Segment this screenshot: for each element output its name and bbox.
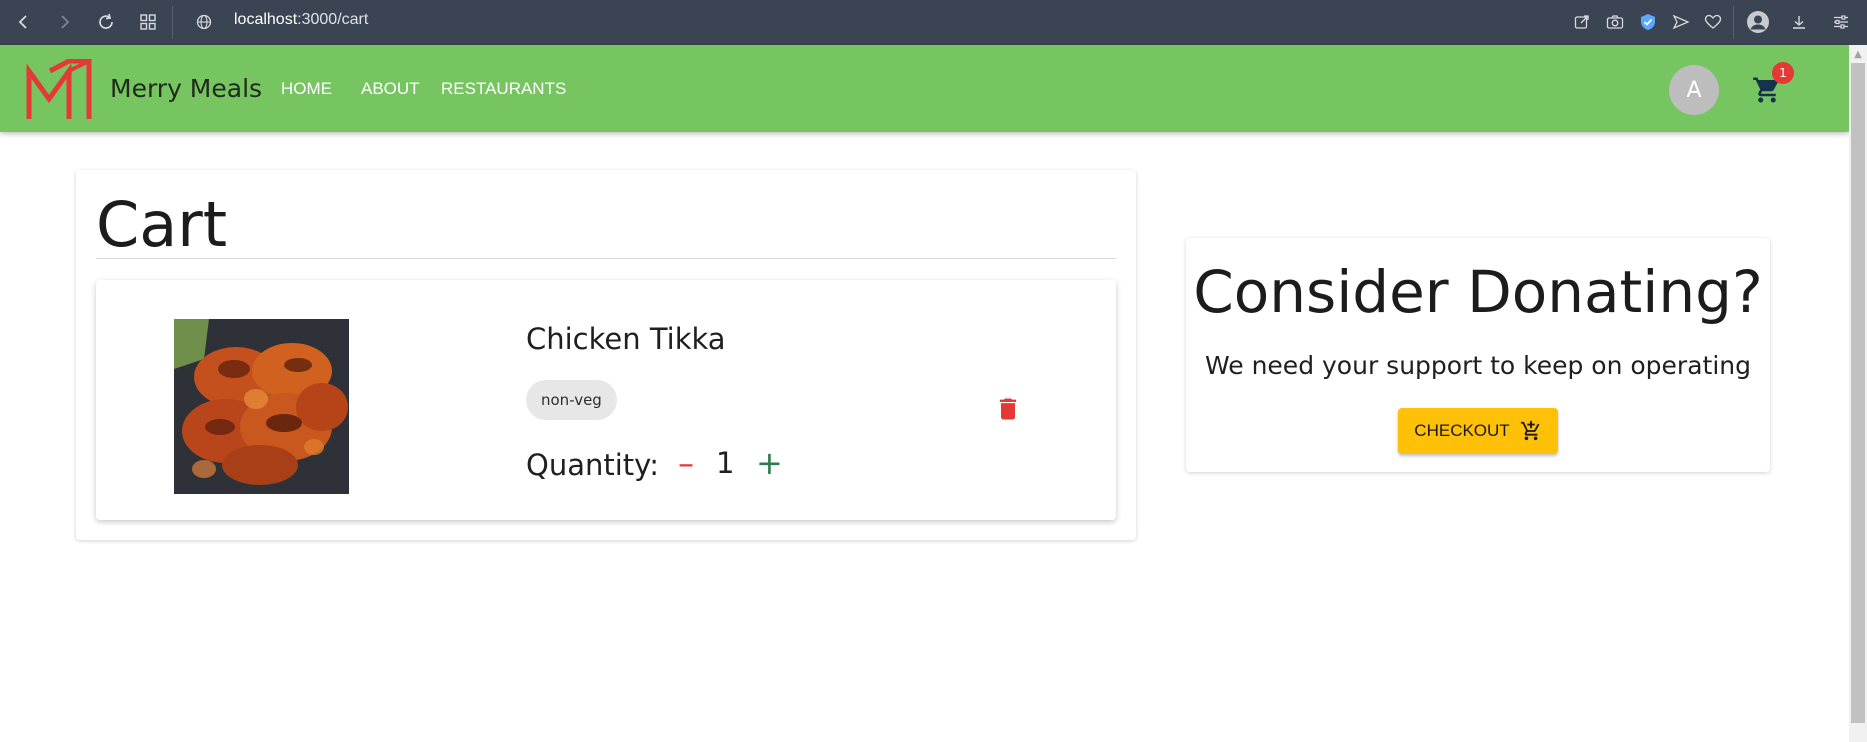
site-info-icon[interactable]	[192, 10, 216, 34]
brand-name[interactable]: Merry Meals	[110, 74, 262, 103]
scroll-up-arrow-icon[interactable]: ▲	[1849, 47, 1867, 61]
url-host: localhost	[234, 11, 298, 28]
camera-icon[interactable]	[1603, 10, 1627, 34]
toolbar-divider	[1733, 6, 1734, 39]
donate-panel: Consider Donating? We need your support …	[1186, 238, 1770, 472]
page-scrollbar[interactable]: ▲	[1849, 45, 1867, 742]
checkout-button-label: CHECKOUT	[1414, 421, 1510, 440]
nav-link-home[interactable]: HOME	[281, 79, 332, 99]
tabs-grid-icon[interactable]	[136, 10, 160, 34]
app-navbar: Merry Meals HOME ABOUT RESTAURANTS A 1	[0, 45, 1849, 132]
toolbar-divider	[172, 6, 173, 39]
increase-quantity-button[interactable]: +	[756, 444, 783, 482]
cart-panel: Cart Chicken Tikka non-veg Quantity: – 1…	[76, 170, 1136, 540]
heart-icon[interactable]	[1701, 10, 1725, 34]
donate-title: Consider Donating?	[1193, 258, 1763, 326]
item-name: Chicken Tikka	[526, 322, 726, 356]
avatar[interactable]: A	[1669, 65, 1719, 115]
browser-toolbar: localhost:3000/cart	[0, 0, 1867, 45]
address-bar[interactable]: localhost:3000/cart	[234, 11, 368, 29]
send-icon[interactable]	[1669, 10, 1693, 34]
cart-item-card: Chicken Tikka non-veg Quantity: – 1 +	[96, 280, 1116, 520]
donate-subtitle: We need your support to keep on operatin…	[1205, 351, 1751, 380]
share-icon[interactable]	[1570, 10, 1594, 34]
quantity-label: Quantity:	[526, 448, 659, 482]
settings-sliders-icon[interactable]	[1829, 10, 1853, 34]
delete-trash-icon[interactable]	[994, 394, 1022, 424]
nav-link-about[interactable]: ABOUT	[361, 79, 420, 99]
quantity-value: 1	[716, 446, 735, 480]
back-icon[interactable]	[12, 10, 36, 34]
url-path: :3000/cart	[297, 11, 369, 28]
checkout-button[interactable]: CHECKOUT	[1398, 408, 1558, 454]
item-tag-chip: non-veg	[526, 380, 617, 420]
shield-icon[interactable]	[1636, 10, 1660, 34]
profile-icon[interactable]	[1746, 10, 1770, 34]
chicken-tikka-image	[174, 319, 349, 494]
cart-title: Cart	[96, 188, 228, 261]
decrease-quantity-button[interactable]: –	[673, 444, 699, 482]
add-shopping-cart-icon	[1520, 420, 1540, 441]
forward-icon[interactable]	[52, 10, 76, 34]
reload-icon[interactable]	[94, 10, 118, 34]
scroll-thumb[interactable]	[1851, 63, 1865, 723]
download-icon[interactable]	[1787, 10, 1811, 34]
merry-meals-logo[interactable]	[26, 59, 92, 121]
nav-link-restaurants[interactable]: RESTAURANTS	[441, 79, 566, 99]
divider	[96, 258, 1116, 259]
cart-count-badge: 1	[1772, 62, 1794, 84]
